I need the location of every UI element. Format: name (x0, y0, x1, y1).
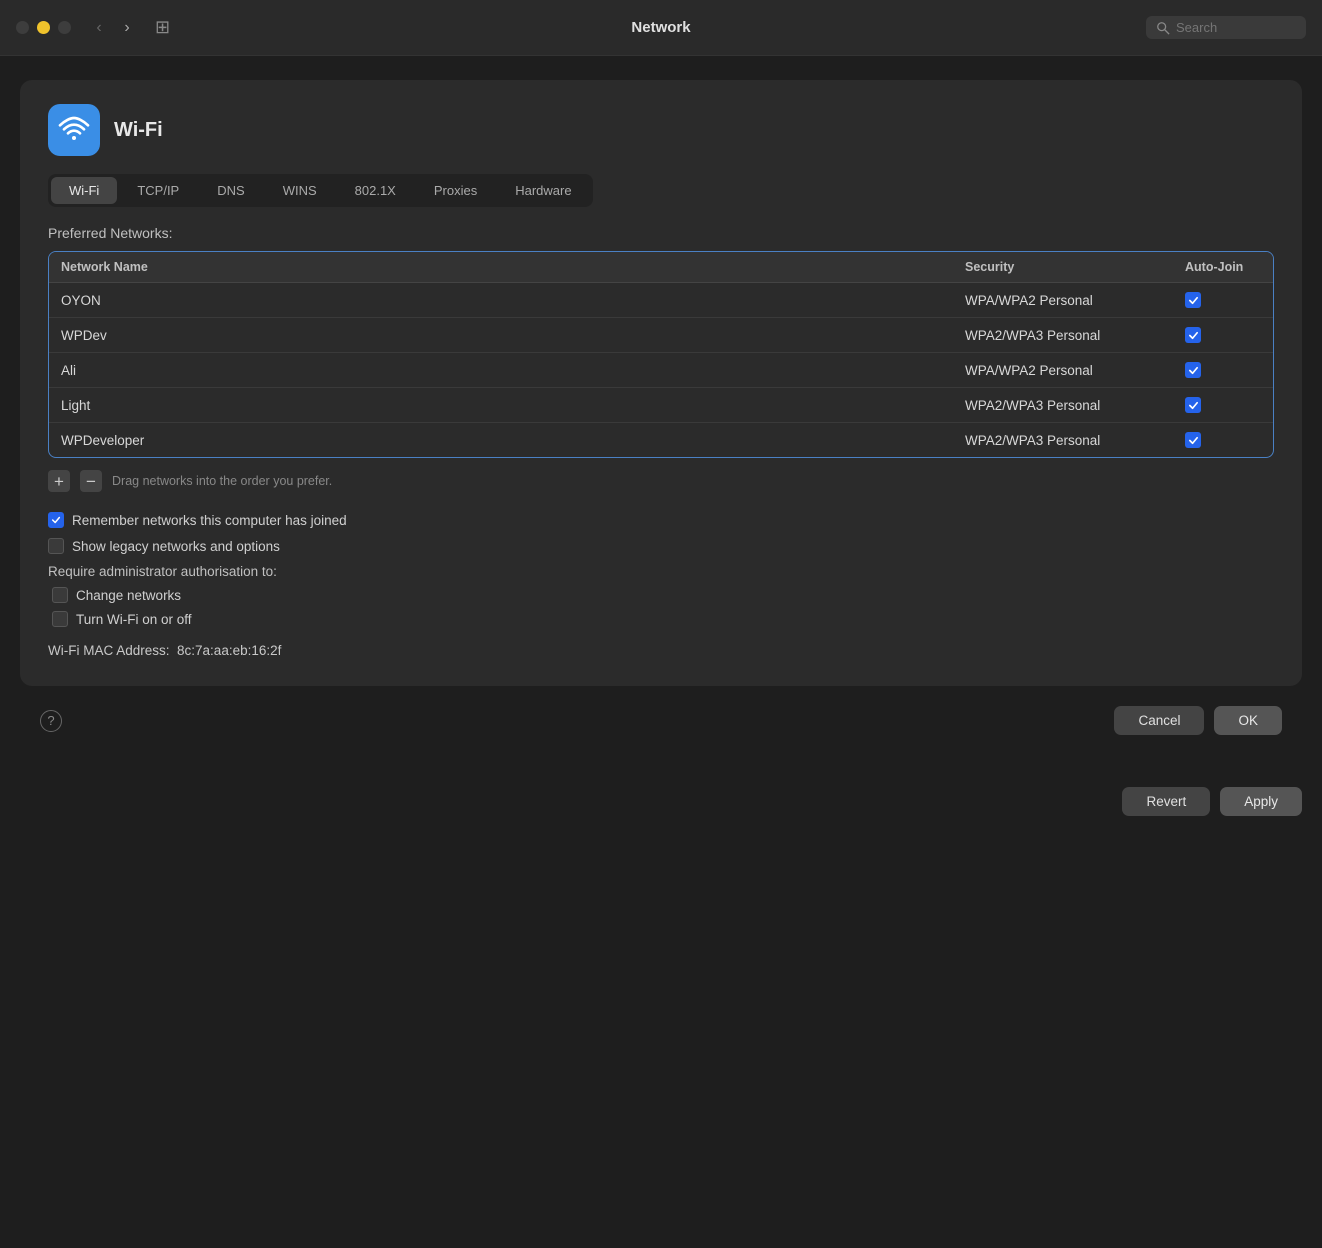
mac-address-row: Wi-Fi MAC Address: 8c:7a:aa:eb:16:2f (48, 643, 1274, 658)
nav-arrows: ‹ › (87, 16, 139, 40)
maximize-button[interactable] (58, 21, 71, 34)
autojoin-cell (1173, 283, 1273, 317)
autojoin-checkbox-4[interactable] (1185, 397, 1201, 413)
autojoin-checkbox-1[interactable] (1185, 292, 1201, 308)
minimize-button[interactable] (37, 21, 50, 34)
col-autojoin: Auto-Join (1173, 252, 1273, 282)
remember-networks-row: Remember networks this computer has join… (48, 512, 1274, 528)
table-row[interactable]: OYON WPA/WPA2 Personal (49, 283, 1273, 318)
col-security: Security (953, 252, 1173, 282)
table-header: Network Name Security Auto-Join (49, 252, 1273, 283)
cancel-button[interactable]: Cancel (1114, 706, 1204, 735)
mac-address-label: Wi-Fi MAC Address: (48, 643, 170, 658)
tab-dns[interactable]: DNS (199, 177, 262, 204)
help-button[interactable]: ? (40, 710, 62, 732)
network-name-cell: WPDev (49, 319, 953, 352)
back-button[interactable]: ‹ (87, 16, 111, 40)
table-row[interactable]: Light WPA2/WPA3 Personal (49, 388, 1273, 423)
mac-address-value: 8c:7a:aa:eb:16:2f (177, 643, 281, 658)
remember-networks-checkbox[interactable] (48, 512, 64, 528)
window-title: Network (631, 19, 690, 36)
autojoin-cell (1173, 388, 1273, 422)
tab-hardware[interactable]: Hardware (497, 177, 589, 204)
tab-8021x[interactable]: 802.1X (337, 177, 414, 204)
autojoin-cell (1173, 423, 1273, 457)
table-row[interactable]: Ali WPA/WPA2 Personal (49, 353, 1273, 388)
security-cell: WPA2/WPA3 Personal (953, 389, 1173, 422)
remove-network-button[interactable]: − (80, 470, 102, 492)
tab-proxies[interactable]: Proxies (416, 177, 495, 204)
network-name-cell: Ali (49, 354, 953, 387)
change-networks-label[interactable]: Change networks (76, 588, 181, 603)
network-name-cell: WPDeveloper (49, 424, 953, 457)
change-networks-checkbox[interactable] (52, 587, 68, 603)
tab-wins[interactable]: WINS (265, 177, 335, 204)
turn-wifi-checkbox[interactable] (52, 611, 68, 627)
close-button[interactable] (16, 21, 29, 34)
add-network-button[interactable]: + (48, 470, 70, 492)
autojoin-checkbox-5[interactable] (1185, 432, 1201, 448)
wifi-icon-box (48, 104, 100, 156)
grid-icon: ⊞ (155, 17, 170, 38)
drag-hint: Drag networks into the order you prefer. (112, 474, 332, 488)
autojoin-cell (1173, 318, 1273, 352)
autojoin-checkbox-3[interactable] (1185, 362, 1201, 378)
network-name-cell: OYON (49, 284, 953, 317)
table-actions: + − Drag networks into the order you pre… (48, 470, 1274, 492)
search-area (1146, 16, 1306, 39)
change-networks-row: Change networks (48, 587, 1274, 603)
preferred-networks-label: Preferred Networks: (48, 225, 1274, 241)
forward-button[interactable]: › (115, 16, 139, 40)
autojoin-checkbox-2[interactable] (1185, 327, 1201, 343)
security-cell: WPA2/WPA3 Personal (953, 424, 1173, 457)
require-admin-label: Require administrator authorisation to: (48, 564, 1274, 579)
titlebar: ‹ › ⊞ Network (0, 0, 1322, 56)
traffic-lights (16, 21, 71, 34)
apply-button[interactable]: Apply (1220, 787, 1302, 816)
turn-wifi-label[interactable]: Turn Wi-Fi on or off (76, 612, 192, 627)
remember-networks-label[interactable]: Remember networks this computer has join… (72, 513, 347, 528)
security-cell: WPA/WPA2 Personal (953, 354, 1173, 387)
networks-table: Network Name Security Auto-Join OYON WPA… (48, 251, 1274, 458)
outer-bottom-bar: Revert Apply (0, 771, 1322, 832)
bottom-right-buttons: Cancel OK (1114, 706, 1282, 735)
main-area: Wi-Fi Wi-Fi TCP/IP DNS WINS 802.1X Proxi… (0, 56, 1322, 771)
tab-wifi[interactable]: Wi-Fi (51, 177, 117, 204)
panel: Wi-Fi Wi-Fi TCP/IP DNS WINS 802.1X Proxi… (20, 80, 1302, 686)
tabs-bar: Wi-Fi TCP/IP DNS WINS 802.1X Proxies Har… (48, 174, 593, 207)
table-row[interactable]: WPDeveloper WPA2/WPA3 Personal (49, 423, 1273, 457)
search-icon (1156, 21, 1170, 35)
revert-button[interactable]: Revert (1122, 787, 1210, 816)
network-name-cell: Light (49, 389, 953, 422)
table-row[interactable]: WPDev WPA2/WPA3 Personal (49, 318, 1273, 353)
show-legacy-label[interactable]: Show legacy networks and options (72, 539, 280, 554)
bottom-bar: ? Cancel OK (20, 690, 1302, 751)
security-cell: WPA2/WPA3 Personal (953, 319, 1173, 352)
autojoin-cell (1173, 353, 1273, 387)
security-cell: WPA/WPA2 Personal (953, 284, 1173, 317)
ok-button[interactable]: OK (1214, 706, 1282, 735)
wifi-icon (58, 114, 90, 146)
panel-title: Wi-Fi (114, 119, 163, 142)
search-input[interactable] (1176, 20, 1296, 35)
turn-wifi-row: Turn Wi-Fi on or off (48, 611, 1274, 627)
panel-header: Wi-Fi (48, 104, 1274, 156)
tab-tcpip[interactable]: TCP/IP (119, 177, 197, 204)
col-network-name: Network Name (49, 252, 953, 282)
show-legacy-row: Show legacy networks and options (48, 538, 1274, 554)
show-legacy-checkbox[interactable] (48, 538, 64, 554)
